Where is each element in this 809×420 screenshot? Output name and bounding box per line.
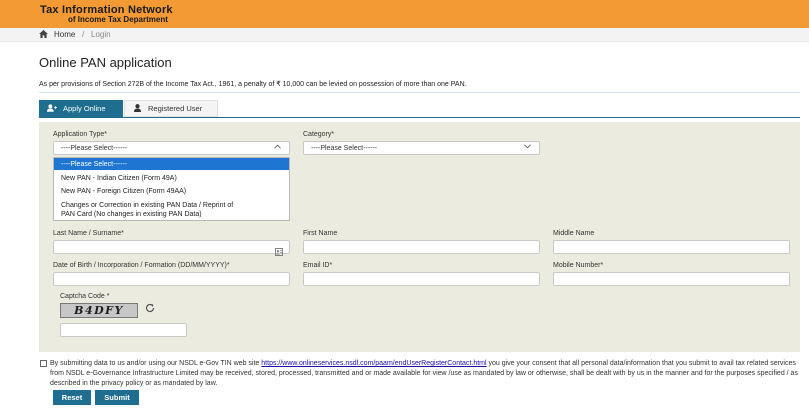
breadcrumb-current: Login: [91, 30, 111, 39]
dob-field[interactable]: [53, 272, 290, 286]
dob-label: Date of Birth / Incorporation / Formatio…: [53, 262, 230, 269]
user-icon: [133, 103, 142, 114]
select-value: ----Please Select------: [61, 144, 128, 152]
consent-checkbox[interactable]: [40, 360, 47, 367]
consent-link[interactable]: https://www.onlineservices.nsdl.com/paam…: [261, 360, 486, 367]
consent-text: By submitting data to us and/or using ou…: [50, 359, 805, 389]
dropdown-option[interactable]: ----Please Select------: [54, 158, 289, 170]
last-name-field[interactable]: [53, 240, 290, 256]
captcha-input[interactable]: [60, 323, 187, 337]
dropdown-option[interactable]: New PAN - Indian Citizen (Form 49A): [54, 175, 289, 182]
refresh-icon[interactable]: [145, 303, 155, 316]
captcha-image: B4DFY: [60, 303, 138, 318]
chevron-up-icon: [274, 144, 281, 151]
captcha-label: Captcha Code *: [60, 293, 110, 300]
middle-name-field[interactable]: [553, 240, 790, 254]
email-label: Email ID*: [303, 262, 333, 269]
page-title: Online PAN application: [39, 55, 172, 70]
category-label: Category*: [303, 131, 335, 138]
mobile-label: Mobile Number*: [553, 262, 604, 269]
breadcrumb-separator: /: [82, 30, 85, 39]
application-type-label: Application Type*: [53, 131, 107, 138]
brand-subtitle: of Income Tax Department: [68, 15, 168, 24]
penalty-notice: As per provisions of Section 272B of the…: [39, 81, 467, 88]
first-name-label: First Name: [303, 230, 338, 237]
user-add-icon: [47, 103, 57, 114]
application-type-dropdown: ----Please Select------ New PAN - Indian…: [53, 157, 290, 221]
dropdown-option-line1: Changes or Correction in existing PAN Da…: [61, 202, 234, 209]
dropdown-option[interactable]: New PAN - Foreign Citizen (Form 49AA): [54, 188, 289, 195]
select-value: ----Please Select------: [311, 144, 378, 152]
submit-button[interactable]: Submit: [95, 390, 139, 405]
email-field[interactable]: [303, 272, 540, 286]
divider: [39, 92, 800, 93]
tab-apply-online[interactable]: Apply Online: [39, 100, 123, 117]
application-type-select[interactable]: ----Please Select------: [53, 141, 290, 155]
tab-label: Apply Online: [63, 104, 106, 113]
consent-text-before: By submitting data to us and/or using ou…: [50, 360, 262, 367]
middle-name-label: Middle Name: [553, 230, 595, 237]
first-name-field[interactable]: [303, 240, 540, 254]
category-select[interactable]: ----Please Select------: [303, 141, 540, 155]
dropdown-option[interactable]: Changes or Correction in existing PAN Da…: [54, 201, 289, 219]
home-icon[interactable]: [39, 30, 48, 40]
chevron-down-icon: [524, 144, 531, 151]
breadcrumb: [0, 28, 809, 42]
dropdown-option-line2: PAN Card (No changes in existing PAN Dat…: [61, 211, 202, 218]
mobile-field[interactable]: [553, 272, 790, 286]
last-name-label: Last Name / Surname*: [53, 230, 124, 237]
tab-underline: [39, 117, 800, 118]
contact-card-icon: [275, 243, 283, 261]
breadcrumb-home-link[interactable]: Home: [54, 30, 75, 39]
tab-label: Registered User: [148, 104, 203, 113]
tab-registered-user[interactable]: Registered User: [124, 100, 218, 117]
reset-button[interactable]: Reset: [53, 390, 91, 405]
